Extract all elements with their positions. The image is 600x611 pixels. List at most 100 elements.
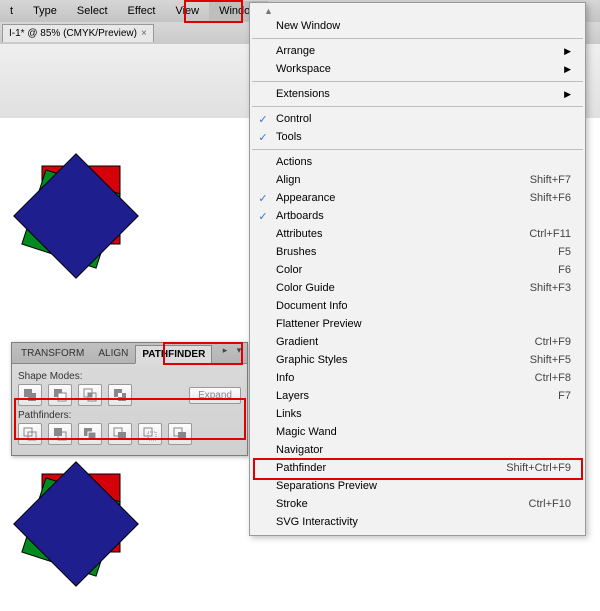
shape-stack[interactable] (12, 468, 152, 608)
menu-item-label: Appearance (276, 192, 530, 204)
trim-icon[interactable] (48, 423, 72, 445)
menu-item-flattener-preview[interactable]: Flattener Preview (250, 315, 585, 333)
shape-modes-row: Expand (18, 384, 241, 406)
menu-item-label: Gradient (276, 336, 535, 348)
menu-item-info[interactable]: InfoCtrl+F8 (250, 369, 585, 387)
exclude-icon[interactable] (108, 384, 132, 406)
menu-select[interactable]: Select (67, 1, 118, 21)
menu-item-label: Brushes (276, 246, 558, 258)
menu-item-label: Document Info (276, 300, 571, 312)
menu-item-tools[interactable]: ✓Tools (250, 128, 585, 146)
menu-item-label: Links (276, 408, 571, 420)
menu-item-separations-preview[interactable]: Separations Preview (250, 477, 585, 495)
menu-type[interactable]: Type (23, 1, 67, 21)
menu-separator (252, 106, 583, 107)
menu-item-label: Flattener Preview (276, 318, 571, 330)
minus-back-icon[interactable] (168, 423, 192, 445)
divide-icon[interactable] (18, 423, 42, 445)
menu-item-label: Stroke (276, 498, 529, 510)
crop-icon[interactable] (108, 423, 132, 445)
menu-item-label: Pathfinder (276, 462, 506, 474)
menu-item-label: Tools (276, 131, 571, 143)
menu-item-appearance[interactable]: ✓AppearanceShift+F6 (250, 189, 585, 207)
panel-collapse-icon[interactable]: ▸ (219, 345, 231, 357)
window-menu-dropdown: ▲ New WindowArrange▶Workspace▶Extensions… (249, 2, 586, 536)
menu-item-shortcut: Shift+F3 (530, 282, 571, 294)
minus-front-icon[interactable] (48, 384, 72, 406)
menu-item-shortcut: F5 (558, 246, 571, 258)
panel-tab-strip: TRANSFORM ALIGN PATHFINDER ▸ ▾ (12, 343, 247, 364)
menu-item-label: Extensions (276, 88, 558, 100)
intersect-icon[interactable] (78, 384, 102, 406)
submenu-arrow-icon: ▶ (564, 89, 571, 100)
menu-item-links[interactable]: Links (250, 405, 585, 423)
menu-separator (252, 38, 583, 39)
menu-item-label: Graphic Styles (276, 354, 530, 366)
menu-item-shortcut: F6 (558, 264, 571, 276)
shape-modes-label: Shape Modes: (18, 371, 241, 382)
menu-item-label: Separations Preview (276, 480, 571, 492)
menu-item[interactable]: t (0, 1, 23, 21)
submenu-arrow-icon: ▶ (564, 64, 571, 75)
menu-item-arrange[interactable]: Arrange▶ (250, 42, 585, 60)
menu-item-svg-interactivity[interactable]: SVG Interactivity (250, 513, 585, 531)
check-icon: ✓ (250, 131, 276, 144)
menu-item-graphic-styles[interactable]: Graphic StylesShift+F5 (250, 351, 585, 369)
menu-item-attributes[interactable]: AttributesCtrl+F11 (250, 225, 585, 243)
menu-item-document-info[interactable]: Document Info (250, 297, 585, 315)
menu-item-new-window[interactable]: New Window (250, 17, 585, 35)
pathfinders-row (18, 423, 241, 445)
menu-item-label: Magic Wand (276, 426, 571, 438)
menu-item-color[interactable]: ColorF6 (250, 261, 585, 279)
panel-body: Shape Modes: Expand Pathfinders: (12, 364, 247, 455)
tab-align[interactable]: ALIGN (91, 344, 135, 363)
check-icon: ✓ (250, 113, 276, 126)
close-icon[interactable]: × (141, 28, 147, 39)
panel-menu-icon[interactable]: ▾ (233, 345, 245, 357)
menu-item-label: Artboards (276, 210, 571, 222)
menu-item-shortcut: Shift+Ctrl+F9 (506, 462, 571, 474)
outline-icon[interactable] (138, 423, 162, 445)
menu-item-label: Align (276, 174, 530, 186)
menu-item-magic-wand[interactable]: Magic Wand (250, 423, 585, 441)
menu-item-label: Control (276, 113, 571, 125)
menu-item-extensions[interactable]: Extensions ▶ (250, 85, 585, 103)
menu-item-label: SVG Interactivity (276, 516, 571, 528)
tab-transform[interactable]: TRANSFORM (14, 344, 91, 363)
tab-pathfinder[interactable]: PATHFINDER (135, 345, 212, 364)
menu-item-label: Color (276, 264, 558, 276)
menu-item-color-guide[interactable]: Color GuideShift+F3 (250, 279, 585, 297)
menu-item-navigator[interactable]: Navigator (250, 441, 585, 459)
menu-item-layers[interactable]: LayersF7 (250, 387, 585, 405)
menu-item-label: Layers (276, 390, 558, 402)
menu-item-gradient[interactable]: GradientCtrl+F9 (250, 333, 585, 351)
menu-separator (252, 81, 583, 82)
menu-effect[interactable]: Effect (118, 1, 166, 21)
menu-item-actions[interactable]: Actions (250, 153, 585, 171)
menu-item-label: Navigator (276, 444, 571, 456)
document-tab[interactable]: I-1* @ 85% (CMYK/Preview) × (2, 24, 154, 42)
menu-item-control[interactable]: ✓Control (250, 110, 585, 128)
check-icon: ✓ (250, 210, 276, 223)
menu-item-shortcut: Ctrl+F10 (529, 498, 572, 510)
merge-icon[interactable] (78, 423, 102, 445)
pathfinder-panel[interactable]: TRANSFORM ALIGN PATHFINDER ▸ ▾ Shape Mod… (11, 342, 248, 456)
menu-item-label: Attributes (276, 228, 529, 240)
menu-item-pathfinder[interactable]: PathfinderShift+Ctrl+F9 (250, 459, 585, 477)
unite-icon[interactable] (18, 384, 42, 406)
check-icon: ✓ (250, 192, 276, 205)
menu-item-label: Arrange (276, 45, 558, 57)
menu-item-shortcut: F7 (558, 390, 571, 402)
menu-item-label: Actions (276, 156, 571, 168)
shape-stack[interactable] (12, 160, 152, 300)
menu-view[interactable]: View (165, 1, 209, 21)
menu-item-label: Color Guide (276, 282, 530, 294)
menu-item-brushes[interactable]: BrushesF5 (250, 243, 585, 261)
menu-item-artboards[interactable]: ✓Artboards (250, 207, 585, 225)
menu-item-stroke[interactable]: StrokeCtrl+F10 (250, 495, 585, 513)
menu-item-workspace[interactable]: Workspace▶ (250, 60, 585, 78)
menu-item-align[interactable]: AlignShift+F7 (250, 171, 585, 189)
expand-button[interactable]: Expand (189, 387, 241, 404)
menu-item-label: Info (276, 372, 535, 384)
menu-item-shortcut: Shift+F5 (530, 354, 571, 366)
